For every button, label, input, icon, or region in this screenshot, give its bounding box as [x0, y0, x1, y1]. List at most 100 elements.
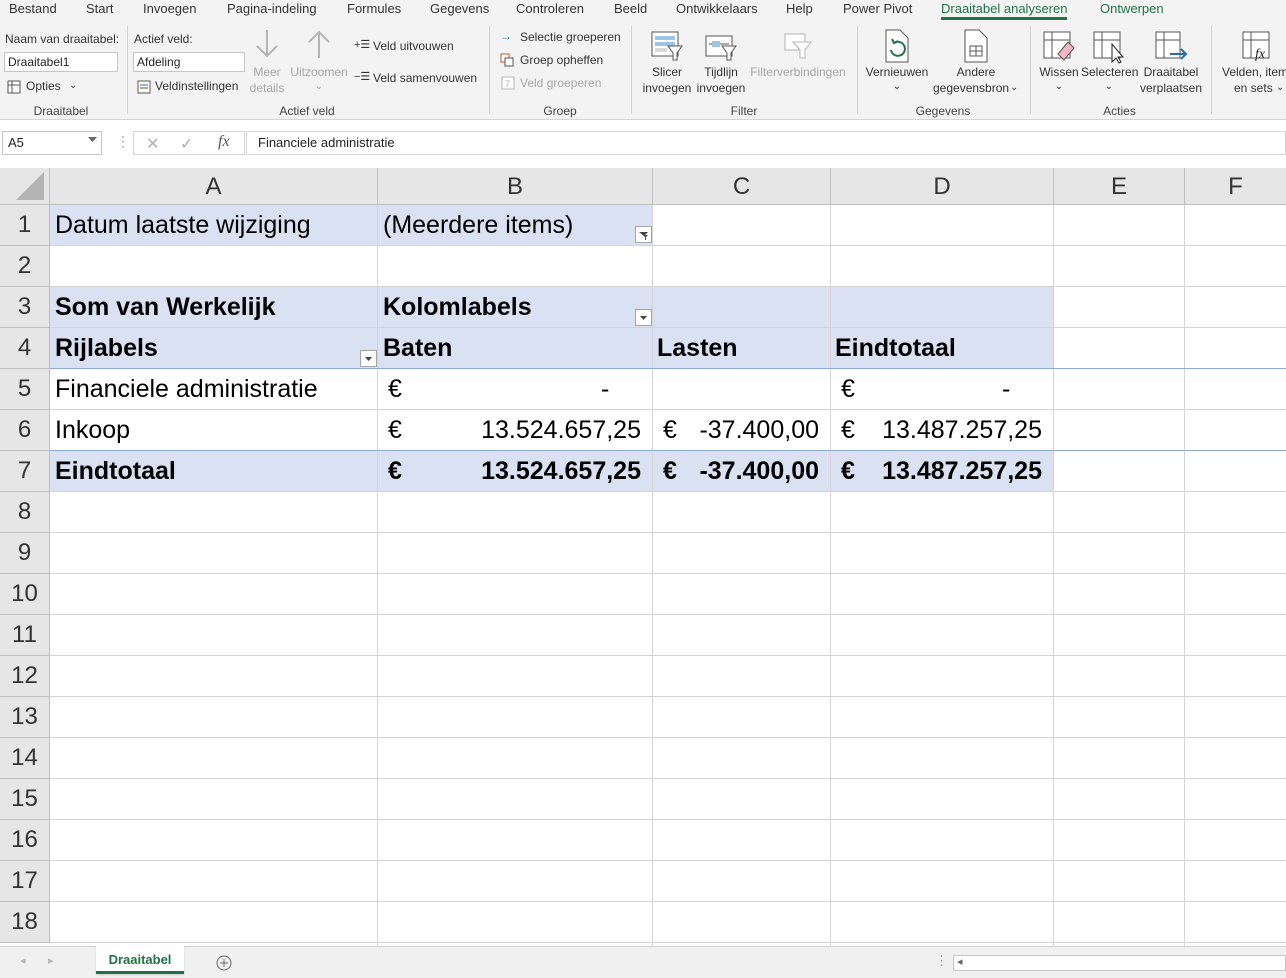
- scroll-left-icon[interactable]: ◂: [20, 954, 26, 967]
- grand-total-baten[interactable]: 13.524.657,25: [405, 451, 641, 492]
- column-header-a[interactable]: A: [50, 168, 378, 205]
- cancel-icon[interactable]: ✕: [146, 134, 159, 154]
- group-selection-button[interactable]: → Selectie groeperen: [500, 29, 625, 47]
- tab-invoegen[interactable]: Invoegen: [143, 0, 197, 20]
- insert-slicer-button[interactable]: Slicer invoegen: [640, 26, 694, 98]
- expand-field-button[interactable]: +☰ Veld uitvouwen: [354, 38, 484, 56]
- row-header[interactable]: 5: [0, 369, 50, 410]
- formula-input[interactable]: Financiele administratie: [246, 131, 1286, 155]
- pivot-cell-baten[interactable]: -: [601, 369, 609, 410]
- pivot-filter-value[interactable]: (Meerdere items): [383, 205, 573, 246]
- name-box[interactable]: A5: [2, 131, 102, 155]
- column-header-f[interactable]: F: [1185, 168, 1286, 205]
- grand-total-total[interactable]: 13.487.257,25: [858, 451, 1042, 492]
- pivot-row-label[interactable]: Financiele administratie: [55, 369, 318, 410]
- row-header[interactable]: 6: [0, 410, 50, 451]
- tab-pagina-indeling[interactable]: Pagina-indeling: [227, 0, 317, 20]
- move-pivot-button[interactable]: Draaitabel verplaatsen: [1138, 26, 1204, 104]
- pivot-col-baten[interactable]: Baten: [383, 328, 452, 369]
- row-header[interactable]: 17: [0, 861, 50, 902]
- pivot-grand-total-label[interactable]: Eindtotaal: [55, 451, 176, 492]
- column-header-d[interactable]: D: [831, 168, 1054, 205]
- column-header-c[interactable]: C: [653, 168, 831, 205]
- row-header[interactable]: 3: [0, 287, 50, 328]
- column-header-e[interactable]: E: [1054, 168, 1185, 205]
- row-labels-dropdown-button[interactable]: [360, 350, 377, 367]
- row-header[interactable]: 9: [0, 533, 50, 574]
- select-all-corner[interactable]: [0, 168, 50, 205]
- confirm-icon[interactable]: ✓: [180, 134, 193, 154]
- expand-icon: +☰: [354, 39, 371, 51]
- tab-ontwikkelaars[interactable]: Ontwikkelaars: [676, 0, 758, 20]
- pivot-cell-total[interactable]: -: [1002, 369, 1010, 410]
- horizontal-scrollbar[interactable]: ◂: [953, 955, 1286, 971]
- gridline: [1053, 205, 1054, 946]
- tab-gegevens[interactable]: Gegevens: [430, 0, 489, 20]
- tab-help[interactable]: Help: [786, 0, 813, 20]
- row-header[interactable]: 8: [0, 492, 50, 533]
- scroll-right-icon[interactable]: ▸: [48, 954, 54, 967]
- row-header[interactable]: 16: [0, 820, 50, 861]
- split-handle-icon[interactable]: ⋮: [935, 953, 948, 969]
- fields-items-sets-button[interactable]: fx Velden, items en sets ⌄: [1216, 26, 1286, 104]
- pivot-value-header[interactable]: Som van Werkelijk: [55, 287, 275, 328]
- pivot-filter-label[interactable]: Datum laatste wijziging: [55, 205, 311, 246]
- tab-formules[interactable]: Formules: [347, 0, 401, 20]
- row-header[interactable]: 12: [0, 656, 50, 697]
- row-header[interactable]: 15: [0, 779, 50, 820]
- pivot-cell-lasten[interactable]: -37.400,00: [680, 410, 819, 451]
- tab-beeld[interactable]: Beeld: [614, 0, 647, 20]
- select-button[interactable]: Selecteren ⌄: [1081, 26, 1138, 104]
- scroll-left-arrow-icon[interactable]: ◂: [957, 955, 963, 968]
- pivot-cell-total[interactable]: 13.487.257,25: [858, 410, 1042, 451]
- row-header[interactable]: 4: [0, 328, 50, 369]
- tab-controleren[interactable]: Controleren: [516, 0, 584, 20]
- group-field-button[interactable]: 7 Veld groeperen: [500, 75, 625, 93]
- active-field-input[interactable]: Afdeling: [133, 52, 245, 72]
- row-header[interactable]: 14: [0, 738, 50, 779]
- add-sheet-icon[interactable]: [216, 955, 232, 971]
- pivot-col-lasten[interactable]: Lasten: [657, 328, 738, 369]
- pivot-row-labels[interactable]: Rijlabels: [55, 328, 158, 369]
- pivot-row-label[interactable]: Inkoop: [55, 410, 130, 451]
- clear-button[interactable]: Wissen ⌄: [1036, 26, 1082, 104]
- tab-draaitabel-analyseren[interactable]: Draaitabel analyseren: [941, 0, 1068, 20]
- refresh-button[interactable]: Vernieuwen ⌄: [863, 26, 931, 104]
- filter-connections-icon: [784, 33, 812, 59]
- pivot-cell-baten[interactable]: 13.524.657,25: [405, 410, 641, 451]
- filter-connections-button[interactable]: Filterverbindingen: [748, 26, 848, 98]
- tab-ontwerpen[interactable]: Ontwerpen: [1100, 0, 1164, 20]
- field-settings-button[interactable]: Veldinstellingen: [137, 79, 242, 97]
- column-labels-dropdown-button[interactable]: [635, 309, 652, 326]
- sheet-tab-draaitabel[interactable]: Draaitabel: [96, 946, 184, 974]
- collapse-field-button[interactable]: −☰ Veld samenvouwen: [354, 70, 484, 88]
- more-options-icon[interactable]: ⋮: [116, 133, 130, 150]
- row-header[interactable]: 1: [0, 205, 50, 246]
- row-header[interactable]: 2: [0, 246, 50, 287]
- pivot-name-input[interactable]: Draaitabel1: [4, 52, 118, 72]
- ungroup-button[interactable]: Groep opheffen: [500, 52, 625, 70]
- chevron-down-icon[interactable]: [88, 137, 97, 143]
- column-header-b[interactable]: B: [378, 168, 653, 205]
- filter-dropdown-button[interactable]: [635, 226, 652, 243]
- tab-power-pivot[interactable]: Power Pivot: [843, 0, 912, 20]
- row-header[interactable]: 18: [0, 902, 50, 943]
- tab-start[interactable]: Start: [86, 0, 113, 20]
- pivot-column-labels[interactable]: Kolomlabels: [383, 287, 532, 328]
- row-header[interactable]: 11: [0, 615, 50, 656]
- pivot-col-total[interactable]: Eindtotaal: [835, 328, 956, 369]
- drill-up-button[interactable]: Uitzoomen ⌄: [288, 26, 350, 98]
- svg-text:fx: fx: [1255, 47, 1266, 62]
- insert-timeline-button[interactable]: Tijdlijn invoegen: [696, 26, 746, 98]
- insert-function-icon[interactable]: fx: [218, 133, 230, 151]
- change-data-source-button[interactable]: Andere gegevensbron ⌄: [932, 26, 1020, 104]
- options-button[interactable]: Opties ⌄: [7, 79, 87, 97]
- row-header[interactable]: 7: [0, 451, 50, 492]
- tab-bestand[interactable]: Bestand: [9, 0, 57, 20]
- row-header[interactable]: 10: [0, 574, 50, 615]
- drill-down-button[interactable]: Meer details: [248, 26, 286, 98]
- grand-total-lasten[interactable]: -37.400,00: [680, 451, 819, 492]
- currency-symbol: €: [841, 375, 855, 403]
- move-pivot-label-2: verplaatsen: [1139, 81, 1203, 95]
- row-header[interactable]: 13: [0, 697, 50, 738]
